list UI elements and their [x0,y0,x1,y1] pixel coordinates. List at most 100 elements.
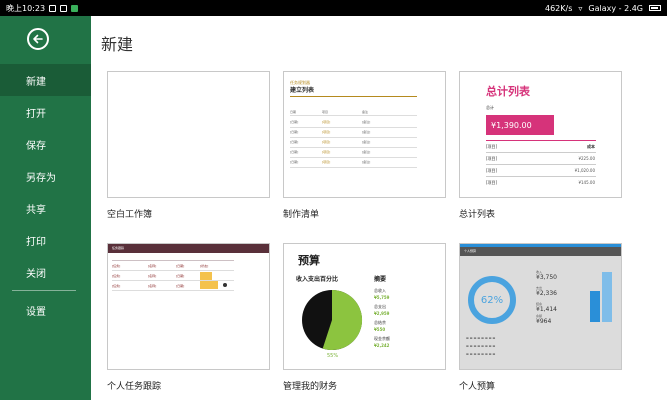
thumb-header: 日期 [290,110,297,114]
template-thumbnail[interactable]: 总计列表 总计 ¥1,390.00 [项目] 成本 [项目] ¥225.00 [… [459,71,622,198]
thumb-cell: [备注] [362,140,371,144]
notification-icon [49,4,57,12]
wifi-icon: ▿ [578,3,583,13]
thumb-cell: [日期] [290,160,299,164]
thumb-figure-value: ¥1,414 [536,306,557,313]
template-label: 个人任务跟踪 [107,382,162,392]
template-blank-workbook[interactable]: 空白工作簿 [107,71,270,220]
thumb-cell: [项目] [322,130,331,134]
thumb-status-bar [200,272,212,280]
template-checklist[interactable]: 任务规划器 建立列表 日期 项目 备注 [日期] [项目] [备注] [日期] … [283,71,446,220]
thumb-title: 任务跟踪 [112,246,125,250]
nav-divider [12,290,76,291]
thumb-row-line [112,290,234,291]
thumb-row-line [290,147,417,148]
thumb-cell: [备注] [362,150,371,154]
nav-open[interactable]: 打开 [0,96,91,128]
thumb-status-bar [200,281,218,289]
thumb-figure-value: ¥964 [536,318,552,325]
new-panel: 新建 空白工作簿 任务规划器 建立列表 日期 项目 备注 [日期] [项目] [… [91,16,667,400]
thumb-summary-label: 总收入 [374,288,386,293]
thumb-cell: [日期] [290,140,299,144]
nav-print[interactable]: 打印 [0,224,91,256]
thumb-cell: [日期] [176,264,185,268]
thumb-cell: [任务] [112,284,121,288]
thumb-row-line [112,270,234,271]
battery-icon [649,5,661,11]
thumb-row-line [290,167,417,168]
thumb-cell: [项目] [486,156,498,161]
template-finances[interactable]: 预算 收入支出百分比 55% 摘要 总收入 ¥5,759 总支出 ¥2,959 … [283,243,446,392]
thumb-fine-line: ▬ ▬ ▬ ▬ ▬ ▬ ▬ ▬ [466,352,496,356]
thumb-figure-value: ¥3,750 [536,274,557,281]
back-button[interactable] [27,28,49,50]
status-time: 晚上10:23 [6,3,46,13]
nav-share[interactable]: 共享 [0,192,91,224]
template-thumbnail[interactable]: 任务规划器 建立列表 日期 项目 备注 [日期] [项目] [备注] [日期] … [283,71,446,198]
template-thumbnail[interactable] [107,71,270,198]
thumb-cell: ¥225.00 [578,156,595,161]
template-label: 个人预算 [459,382,496,392]
nav-save-as[interactable]: 另存为 [0,160,91,192]
thumb-cell: [备注] [362,130,371,134]
status-bar: 晚上10:23 462K/s ▿ Galaxy - 2.4G [0,0,667,16]
thumb-row-line [290,137,417,138]
thumb-summary-title: 摘要 [374,276,387,283]
nav-save[interactable]: 保存 [0,128,91,160]
thumb-cell: [名称] [148,284,157,288]
backstage-sidebar: 新建 打开 保存 另存为 共享 打印 关闭 设置 [0,16,91,400]
thumb-header-bar [108,244,269,253]
app-notification-icon [71,4,79,12]
thumb-summary-label: 现金余额 [374,336,390,341]
template-personal-budget[interactable]: 个人预算 62% 收入 ¥3,750 支出 ¥2,336 结余 ¥1,414 余… [459,243,622,392]
thumb-ring-chart: 62% [468,276,516,324]
thumb-cell: [状态] [200,264,209,268]
template-label: 空白工作簿 [107,210,153,220]
thumb-summary-value: ¥2,242 [374,343,390,348]
thumb-percent: 55% [327,353,339,359]
thumb-cell: [项目] [322,120,331,124]
notification-icon [60,4,68,12]
thumb-header-bar [460,247,621,256]
template-thumbnail[interactable]: 任务跟踪 [任务] [名称] [日期] [状态] [任务] [名称] [日期] … [107,243,270,370]
thumb-summary-label: 总结余 [374,320,386,325]
thumb-cell: [日期] [290,120,299,124]
thumb-cell: [日期] [290,150,299,154]
thumb-cell: [备注] [362,160,371,164]
thumb-header: 备注 [362,110,369,114]
thumb-bar [602,272,612,322]
thumb-row-line [486,152,596,153]
template-label: 总计列表 [459,210,496,220]
template-task-tracker[interactable]: 任务跟踪 [任务] [名称] [日期] [状态] [任务] [名称] [日期] … [107,243,270,392]
thumb-header: 项目 [322,110,329,114]
nav-close[interactable]: 关闭 [0,256,91,288]
template-label: 管理我的财务 [283,382,338,392]
page-title: 新建 [101,35,134,54]
thumb-cell: [日期] [176,274,185,278]
thumb-row-line [290,127,417,128]
thumb-cell: [备注] [362,120,371,124]
thumb-title: 总计列表 [486,85,530,98]
nav-settings[interactable]: 设置 [0,294,91,326]
thumb-col-item: [项目] [486,144,498,149]
thumb-summary-value: ¥550 [374,327,386,332]
thumb-cell: [项目] [322,160,331,164]
thumb-row-line [486,164,596,165]
thumb-cell: ¥145.00 [578,180,595,185]
thumb-cell: [项目] [322,150,331,154]
network-speed: 462K/s [545,3,573,13]
thumb-pie-chart [302,289,363,350]
template-label: 制作清单 [283,210,320,220]
thumb-cell: [名称] [148,264,157,268]
thumb-fine-line: ▬ ▬ ▬ ▬ ▬ ▬ ▬ ▬ [466,336,496,340]
template-total-list[interactable]: 总计列表 总计 ¥1,390.00 [项目] 成本 [项目] ¥225.00 [… [459,71,622,220]
nav-new[interactable]: 新建 [0,64,91,96]
thumb-cell: [任务] [112,274,121,278]
thumb-summary-value: ¥5,759 [374,295,390,300]
thumb-col-cost: 成本 [587,144,595,149]
thumb-row-line [290,115,417,116]
thumb-summary-label: 总支出 [374,304,386,309]
template-thumbnail[interactable]: 个人预算 62% 收入 ¥3,750 支出 ¥2,336 结余 ¥1,414 余… [459,243,622,370]
template-thumbnail[interactable]: 预算 收入支出百分比 55% 摘要 总收入 ¥5,759 总支出 ¥2,959 … [283,243,446,370]
thumb-figure-value: ¥2,336 [536,290,557,297]
